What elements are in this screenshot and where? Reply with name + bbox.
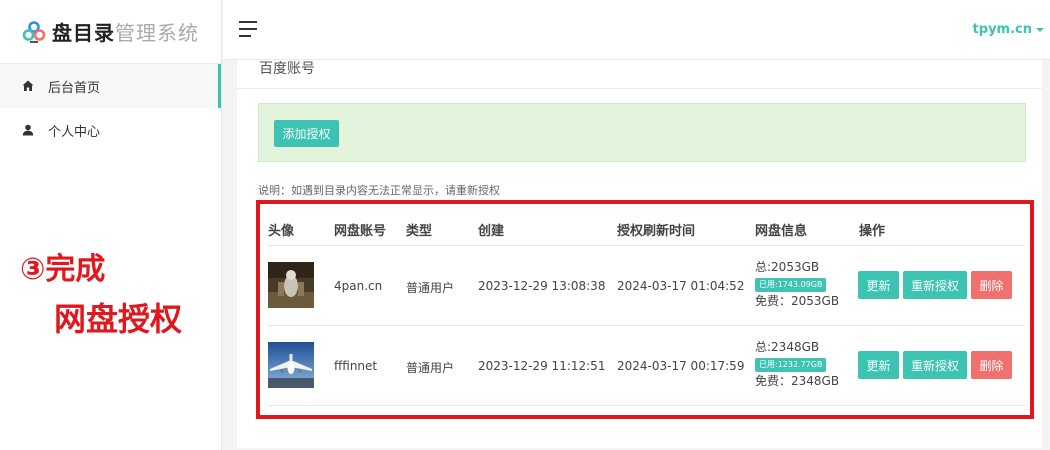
- notice-box: 添加授权: [258, 103, 1026, 162]
- user-menu[interactable]: tpym.cn: [973, 22, 1044, 37]
- caret-down-icon: [1036, 27, 1044, 32]
- divider: [237, 88, 1042, 89]
- menu-toggle-icon[interactable]: [239, 21, 257, 37]
- sidebar-item-home[interactable]: 后台首页: [0, 64, 221, 108]
- user-name: tpym.cn: [972, 22, 1032, 37]
- logo-icon: [22, 20, 46, 43]
- topbar: tpym.cn: [223, 0, 1050, 60]
- sidebar: 盘目录 管理系统 后台首页 个人中心: [0, 0, 222, 450]
- highlight-frame: [256, 200, 1034, 419]
- logo[interactable]: 盘目录 管理系统: [0, 0, 221, 64]
- annotation-step: ③完成: [20, 252, 106, 287]
- hint-text: 说明：如遇到目录内容无法正常显示，请重新授权: [258, 184, 500, 197]
- sidebar-item-label: 个人中心: [48, 124, 101, 140]
- sidebar-item-profile[interactable]: 个人中心: [0, 108, 221, 152]
- home-icon: [22, 80, 34, 91]
- panel-title: 百度账号: [259, 61, 315, 77]
- user-icon: [22, 124, 34, 136]
- add-auth-button[interactable]: 添加授权: [274, 120, 339, 147]
- annotation-caption: 网盘授权: [54, 300, 183, 338]
- logo-sub-text: 管理系统: [115, 21, 199, 45]
- logo-main-text: 盘目录: [52, 21, 115, 45]
- sidebar-item-label: 后台首页: [48, 80, 101, 96]
